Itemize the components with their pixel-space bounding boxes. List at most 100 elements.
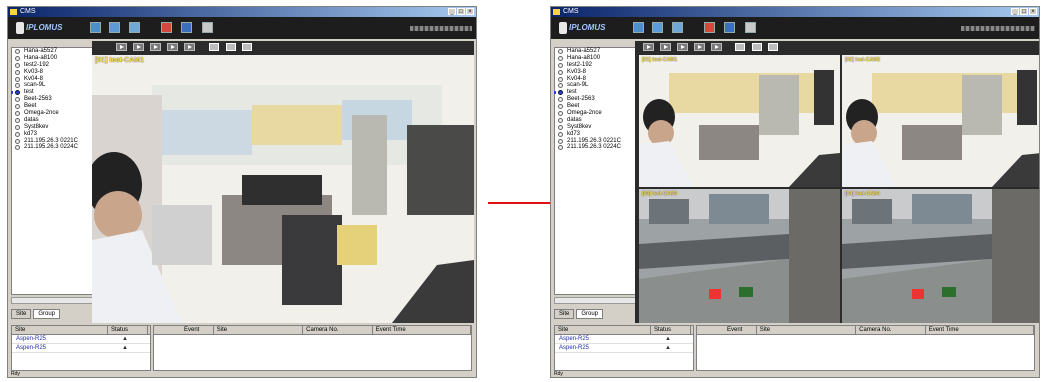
tree-item[interactable]: Syst8kev xyxy=(12,124,94,131)
camera-view-icon[interactable] xyxy=(633,22,644,33)
tree-scrollbar[interactable] xyxy=(554,297,638,304)
end-icon[interactable] xyxy=(184,43,195,51)
camera-tile-3[interactable]: [03] test-CAM3 xyxy=(639,189,840,323)
camera-node-icon xyxy=(15,49,20,54)
fast-forward-icon[interactable] xyxy=(677,43,688,51)
tree-item[interactable]: 211.195.26.3 0224C xyxy=(555,144,637,151)
snapshot-icon[interactable] xyxy=(735,43,745,51)
tree-item[interactable]: Kv04-8 xyxy=(555,76,637,83)
tree-item[interactable]: kd73 xyxy=(555,131,637,138)
camera-tile-4[interactable]: [04] test-CAM4 xyxy=(842,189,1039,323)
tree-item[interactable]: test2-192 xyxy=(12,62,94,69)
minimize-icon[interactable]: _ xyxy=(448,8,456,15)
table-row[interactable]: Aspen-R25 ▲ xyxy=(555,335,693,344)
tree-item[interactable]: Hana-a8100 xyxy=(12,55,94,62)
fast-forward-icon[interactable] xyxy=(150,43,161,51)
tree-item[interactable]: 211.195.26.3 0224C xyxy=(12,144,94,151)
right-title-bar[interactable]: CMS _ □ × xyxy=(551,7,1039,17)
record-icon[interactable] xyxy=(161,22,172,33)
tree-item[interactable]: Omega-2nce xyxy=(12,110,94,117)
tree-item[interactable]: Beet xyxy=(12,103,94,110)
tree-item[interactable]: Omega-2nce xyxy=(555,110,637,117)
end-icon[interactable] xyxy=(711,43,722,51)
tree-item[interactable]: scan-9L xyxy=(12,82,94,89)
status-column-header[interactable]: Status xyxy=(651,326,691,334)
status-column-header[interactable]: Status xyxy=(108,326,148,334)
maximize-icon[interactable]: □ xyxy=(1020,8,1028,15)
camera-no-column-header[interactable]: Camera No. xyxy=(856,326,926,334)
camera-overlay-label: [01] test-CAM1 xyxy=(95,57,145,64)
tree-item[interactable]: Hana-a5527 xyxy=(12,48,94,55)
table-row[interactable]: Aspen-R25 ▲ xyxy=(12,344,150,353)
play-icon[interactable] xyxy=(643,43,654,51)
camera-no-column-header[interactable]: Camera No. xyxy=(303,326,373,334)
tab-site[interactable]: Site xyxy=(11,309,32,319)
event-column-header[interactable]: Event xyxy=(154,326,214,334)
table-row[interactable]: Aspen-R25 ▲ xyxy=(12,335,150,344)
site-tree[interactable]: Hana-a5527 Hana-a8100 test2-192 Kv03-8 Kv04-… xyxy=(11,47,95,295)
tree-item[interactable]: Syst8kev xyxy=(555,124,637,131)
tree-item[interactable]: 211.195.26.3 0221C xyxy=(12,138,94,145)
next-icon[interactable] xyxy=(694,43,705,51)
next-icon[interactable] xyxy=(167,43,178,51)
map-icon[interactable] xyxy=(181,22,192,33)
event-time-column-header[interactable]: Event Time xyxy=(373,326,471,334)
tree-scrollbar[interactable] xyxy=(11,297,95,304)
step-icon[interactable] xyxy=(660,43,671,51)
tree-item[interactable]: test xyxy=(554,89,637,96)
tree-item[interactable]: test xyxy=(11,89,94,96)
site-column-header[interactable]: Site xyxy=(12,326,108,334)
site-grid-header: Site Status xyxy=(12,326,150,335)
record-icon[interactable] xyxy=(704,22,715,33)
camera-tile-2[interactable]: [02] test-CAM2 xyxy=(842,55,1039,187)
layout-icon[interactable] xyxy=(652,22,663,33)
layout-icon[interactable] xyxy=(109,22,120,33)
search-icon[interactable] xyxy=(672,22,683,33)
setup-icon[interactable] xyxy=(202,22,213,33)
minimize-icon[interactable]: _ xyxy=(1011,8,1019,15)
save-icon[interactable] xyxy=(242,43,252,51)
tree-item[interactable]: 211.195.26.3 0221C xyxy=(555,138,637,145)
event-time-column-header[interactable]: Event Time xyxy=(926,326,1034,334)
tree-item[interactable]: Kv03-8 xyxy=(12,69,94,76)
tree-item[interactable]: Beet xyxy=(555,103,637,110)
map-icon[interactable] xyxy=(724,22,735,33)
camera-feed[interactable]: [01] test-CAM1 xyxy=(92,55,474,323)
maximize-icon[interactable]: □ xyxy=(457,8,465,15)
tree-item[interactable]: Hana-a8100 xyxy=(555,55,637,62)
tree-item[interactable]: scan-9L xyxy=(555,82,637,89)
tree-item[interactable]: kd73 xyxy=(12,131,94,138)
camera-tile-1[interactable]: [01] test-CAM1 xyxy=(639,55,840,187)
save-icon[interactable] xyxy=(768,43,778,51)
tree-item[interactable]: Beet-2563 xyxy=(555,96,637,103)
camera-view-icon[interactable] xyxy=(90,22,101,33)
table-row[interactable]: Aspen-R25 ▲ xyxy=(555,344,693,353)
search-icon[interactable] xyxy=(129,22,140,33)
snapshot-icon[interactable] xyxy=(209,43,219,51)
setup-icon[interactable] xyxy=(745,22,756,33)
tree-item[interactable]: Kv03-8 xyxy=(555,69,637,76)
tree-item[interactable]: test2-192 xyxy=(555,62,637,69)
tree-item[interactable]: datas xyxy=(555,117,637,124)
site-column-header[interactable]: Site xyxy=(555,326,651,334)
event-column-header[interactable]: Event xyxy=(697,326,757,334)
tree-item[interactable]: Beet-2563 xyxy=(12,96,94,103)
camera-node-icon xyxy=(558,62,563,68)
step-icon[interactable] xyxy=(133,43,144,51)
tab-group[interactable]: Group xyxy=(33,309,61,319)
left-title-bar[interactable]: CMS _ □ × xyxy=(8,7,476,17)
play-icon[interactable] xyxy=(116,43,127,51)
tree-item[interactable]: Hana-a5527 xyxy=(555,48,637,55)
office-scene xyxy=(842,55,1039,187)
close-icon[interactable]: × xyxy=(1029,8,1037,15)
tab-group[interactable]: Group xyxy=(576,309,604,319)
print-icon[interactable] xyxy=(226,43,236,51)
tree-item[interactable]: datas xyxy=(12,117,94,124)
close-icon[interactable]: × xyxy=(466,8,474,15)
site-column-header[interactable]: Site xyxy=(757,326,857,334)
tree-item[interactable]: Kv04-8 xyxy=(12,76,94,83)
print-icon[interactable] xyxy=(752,43,762,51)
tab-site[interactable]: Site xyxy=(554,309,575,319)
site-column-header[interactable]: Site xyxy=(214,326,304,334)
site-tree[interactable]: Hana-a5527 Hana-a8100 test2-192 Kv03-8 Kv04-… xyxy=(554,47,638,295)
